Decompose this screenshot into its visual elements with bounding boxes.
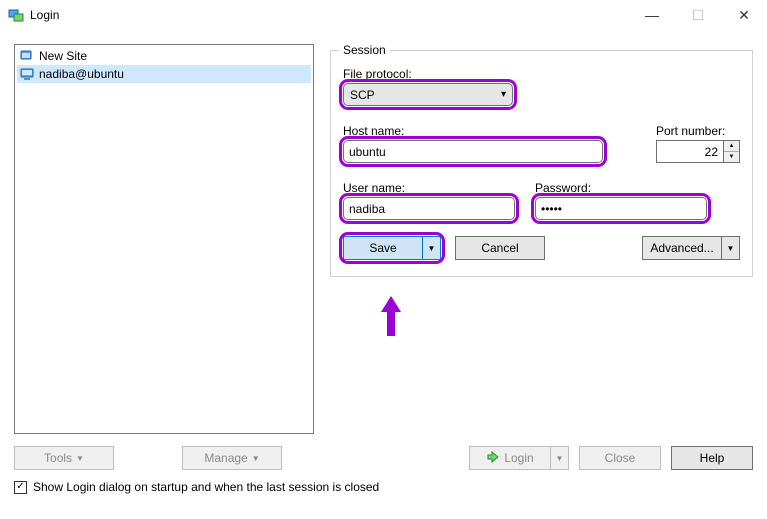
save-button-split: Save ▼ [343,236,441,260]
check-icon: ✓ [16,482,24,492]
cancel-button-label: Cancel [481,241,518,255]
folder-icon [19,48,35,64]
save-dropdown-button[interactable]: ▼ [423,236,441,260]
tools-button: Tools ▼ [14,446,114,470]
manage-button: Manage ▼ [182,446,282,470]
tree-item-saved-session[interactable]: nadiba@ubuntu [17,65,311,83]
host-name-input[interactable] [343,140,603,163]
tools-button-label: Tools [44,451,72,465]
close-icon: ✕ [738,7,750,24]
window-title: Login [30,8,59,22]
titlebar: Login — ☐ ✕ [0,0,767,30]
login-dropdown-button: ▼ [551,446,569,470]
port-number-input[interactable] [656,140,724,163]
spinner-up-icon[interactable]: ▲ [724,141,739,152]
manage-button-split: Manage ▼ [182,446,282,470]
close-button-label: Close [605,451,636,465]
help-button-label: Help [700,451,725,465]
advanced-button-label: Advanced... [650,241,713,255]
annotation-arrow-icon [379,296,403,336]
bottom-bar: Tools ▼ Manage ▼ Login ▼ Clos [0,440,767,498]
advanced-button[interactable]: Advanced... [642,236,722,260]
computer-icon [19,66,35,82]
manage-button-label: Manage [204,451,247,465]
host-name-label: Host name: [343,124,636,138]
tree-item-new-site[interactable]: New Site [17,47,311,65]
save-button[interactable]: Save [343,236,423,260]
session-group: Session File protocol: SCP ▾ Host name: … [330,50,753,277]
tools-button-split: Tools ▼ [14,446,114,470]
caret-down-icon: ▼ [727,244,735,253]
user-name-label: User name: [343,181,515,195]
cancel-button[interactable]: Cancel [455,236,545,260]
advanced-dropdown-button[interactable]: ▼ [722,236,740,260]
file-protocol-value: SCP [350,88,375,102]
file-protocol-select[interactable]: SCP ▾ [343,83,513,106]
minimize-button[interactable]: — [629,0,675,30]
app-icon [8,7,24,23]
save-button-label: Save [369,241,396,255]
close-button[interactable]: Close [579,446,661,470]
password-input[interactable] [535,197,707,220]
login-icon [486,450,500,467]
maximize-icon: ☐ [692,7,705,24]
show-login-dialog-checkbox[interactable]: ✓ [14,481,27,494]
port-number-label: Port number: [656,124,740,138]
spinner-down-icon[interactable]: ▼ [724,152,739,162]
close-window-button[interactable]: ✕ [721,0,767,30]
maximize-button: ☐ [675,0,721,30]
session-panel: Session File protocol: SCP ▾ Host name: … [330,44,753,440]
advanced-button-split: Advanced... ▼ [642,236,740,260]
caret-down-icon: ▼ [76,454,84,463]
port-number-spinner[interactable]: ▲ ▼ [724,140,740,163]
caret-down-icon: ▼ [252,454,260,463]
login-button-label: Login [504,451,533,465]
login-button-split: Login ▼ [469,446,569,470]
session-legend: Session [339,43,390,57]
tree-item-label: nadiba@ubuntu [39,67,124,81]
password-label: Password: [535,181,707,195]
site-tree[interactable]: New Site nadiba@ubuntu [14,44,314,434]
tree-item-label: New Site [39,49,87,63]
login-button: Login [469,446,551,470]
file-protocol-label: File protocol: [343,67,740,81]
caret-down-icon: ▼ [556,454,564,463]
help-button[interactable]: Help [671,446,753,470]
main-content: New Site nadiba@ubuntu Session File prot… [0,30,767,440]
chevron-down-icon: ▾ [501,89,506,100]
show-login-dialog-label: Show Login dialog on startup and when th… [33,480,379,494]
user-name-input[interactable] [343,197,515,220]
minimize-icon: — [645,7,659,23]
caret-down-icon: ▼ [428,244,436,253]
